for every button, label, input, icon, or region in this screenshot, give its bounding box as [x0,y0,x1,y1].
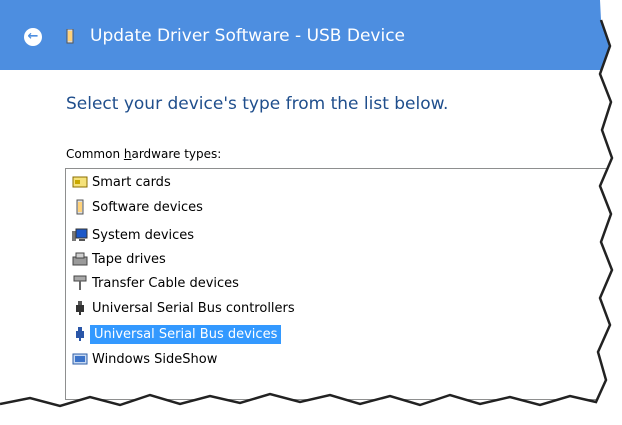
list-item-label: Software devices [92,199,203,215]
list-item-windows-sideshow[interactable]: Windows SideShow [72,348,217,370]
list-item-label: Tape drives [92,251,166,267]
list-item-system-devices[interactable]: System devices [72,224,194,246]
list-item-label: System devices [92,227,195,243]
usb-device-icon [76,199,84,215]
list-label-prefix: Common [66,147,124,161]
usb-device-icon [66,29,74,44]
list-item-label: Universal Serial Bus devices [90,324,282,344]
page-heading: Select your device's type from the list … [66,94,449,114]
sideshow-icon [72,353,88,365]
hardware-types-list[interactable]: Smart cards Software devices System devi… [65,168,622,400]
usb-controller-icon [76,327,84,341]
usb-controller-icon [76,301,84,315]
list-item-label: Universal Serial Bus controllers [92,300,295,316]
list-item-label: Smart cards [92,174,171,190]
list-item-label: Windows SideShow [92,351,218,367]
back-arrow-icon[interactable]: ← [24,28,42,46]
system-devices-icon [72,228,88,241]
list-item-tape-drives[interactable]: Tape drives [72,248,166,270]
list-label: Common hardware types: [66,147,221,161]
list-item-label: Transfer Cable devices [92,275,239,291]
list-item-software-devices[interactable]: Software devices [72,196,203,218]
window-title: Update Driver Software - USB Device [90,26,406,46]
list-label-suffix: ardware types: [131,147,222,161]
list-item-usb-devices[interactable]: Universal Serial Bus devices [72,323,282,345]
list-item-transfer-cable-devices[interactable]: Transfer Cable devices [72,272,239,294]
title-bar: ← Update Driver Software - USB Device [0,0,622,70]
smart-card-icon [72,176,88,188]
list-item-smart-cards[interactable]: Smart cards [72,171,171,193]
transfer-cable-icon [73,275,87,290]
list-item-usb-controllers[interactable]: Universal Serial Bus controllers [72,297,295,319]
dialog-content: Select your device's type from the list … [0,70,622,425]
tape-drive-icon [72,252,88,266]
